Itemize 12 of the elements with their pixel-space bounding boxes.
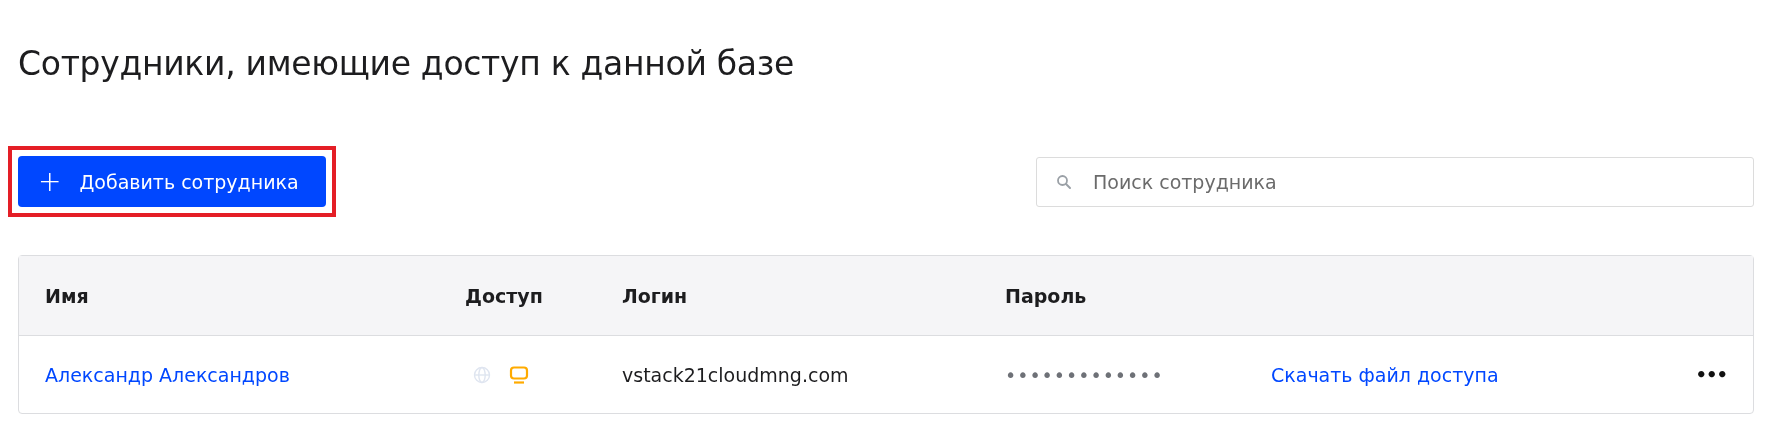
page-title: Сотрудники, имеющие доступ к данной базе xyxy=(18,43,795,85)
column-header: Логин xyxy=(621,284,689,307)
login-cell-text: vstack21cloudmng.com xyxy=(621,363,850,386)
column-header: Пароль xyxy=(1004,284,1088,307)
search-field[interactable]: Поиск сотрудника xyxy=(1036,156,1754,207)
employee-name-link[interactable]: Александр Александров xyxy=(45,363,290,386)
column-header: Доступ xyxy=(464,284,544,307)
add-employee-button[interactable]: + Добавить сотрудника xyxy=(18,156,326,207)
download-file-link[interactable]: Скачать файл доступа xyxy=(1271,363,1499,386)
column-header: Имя xyxy=(44,284,90,307)
more-menu-button[interactable]: ••• xyxy=(1695,364,1727,385)
password-cell-text: ••••••••••••• xyxy=(1004,363,1165,386)
